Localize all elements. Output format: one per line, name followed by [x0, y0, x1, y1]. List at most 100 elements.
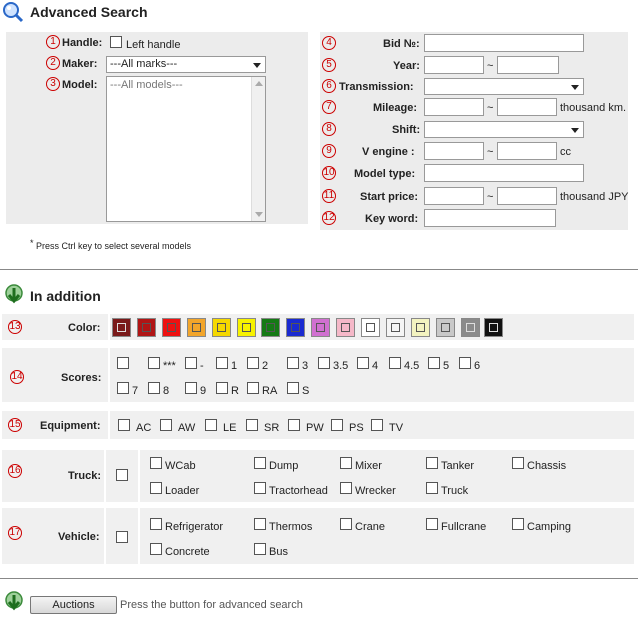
startprice-to-input[interactable]: [497, 187, 557, 205]
vengine-from-input[interactable]: [424, 142, 484, 160]
equipment-checkbox[interactable]: [160, 419, 172, 431]
bid-input[interactable]: [424, 34, 584, 52]
score-checkbox[interactable]: [117, 382, 129, 394]
score-checkbox[interactable]: [148, 357, 160, 369]
swatch-checkbox[interactable]: [117, 323, 126, 332]
swatch-checkbox[interactable]: [266, 323, 275, 332]
modeltype-input[interactable]: [424, 164, 584, 182]
score-checkbox[interactable]: [185, 357, 197, 369]
truck-type-checkbox[interactable]: [254, 482, 266, 494]
auctions-button[interactable]: Auctions: [30, 596, 117, 614]
truck-type-checkbox[interactable]: [254, 457, 266, 469]
vehicle-type-checkbox[interactable]: [340, 518, 352, 530]
swatch-checkbox[interactable]: [242, 323, 251, 332]
truck-type-checkbox[interactable]: [150, 482, 162, 494]
chevron-down-icon: [571, 128, 579, 133]
truck-type-checkbox[interactable]: [426, 482, 438, 494]
color-swatch[interactable]: [436, 318, 455, 337]
score-checkbox[interactable]: [287, 382, 299, 394]
truck-type-checkbox[interactable]: [340, 482, 352, 494]
vehicle-type-checkbox[interactable]: [254, 518, 266, 530]
color-swatch[interactable]: [237, 318, 256, 337]
vehicle-all-checkbox[interactable]: [116, 531, 128, 543]
listbox-scrollbar[interactable]: [251, 77, 265, 221]
color-swatch[interactable]: [411, 318, 430, 337]
swatch-checkbox[interactable]: [441, 323, 450, 332]
score-checkbox[interactable]: [459, 357, 471, 369]
score-checkbox[interactable]: [148, 382, 160, 394]
equipment-checkbox[interactable]: [118, 419, 130, 431]
score-checkbox[interactable]: [318, 357, 330, 369]
color-swatch[interactable]: [187, 318, 206, 337]
equipment-label-item: SR: [264, 422, 280, 434]
truck-type-checkbox[interactable]: [426, 457, 438, 469]
vehicle-type-checkbox[interactable]: [150, 543, 162, 555]
color-swatch[interactable]: [286, 318, 305, 337]
startprice-from-input[interactable]: [424, 187, 484, 205]
color-swatch[interactable]: [112, 318, 131, 337]
equipment-checkbox[interactable]: [246, 419, 258, 431]
color-swatch[interactable]: [162, 318, 181, 337]
truck-all-checkbox[interactable]: [116, 469, 128, 481]
model-listbox[interactable]: ---All models---: [106, 76, 266, 222]
swatch-checkbox[interactable]: [416, 323, 425, 332]
vengine-unit: cc: [560, 146, 571, 158]
year-to-input[interactable]: [497, 56, 559, 74]
score-checkbox[interactable]: [389, 357, 401, 369]
vehicle-type-checkbox[interactable]: [254, 543, 266, 555]
transmission-select[interactable]: [424, 78, 584, 95]
score-checkbox[interactable]: [216, 382, 228, 394]
keyword-input[interactable]: [424, 209, 556, 227]
color-swatch[interactable]: [484, 318, 503, 337]
score-label: 3: [302, 360, 309, 372]
vehicle-type-checkbox[interactable]: [150, 518, 162, 530]
mileage-to-input[interactable]: [497, 98, 557, 116]
swatch-checkbox[interactable]: [291, 323, 300, 332]
color-swatch[interactable]: [261, 318, 280, 337]
scores-label: Scores:: [61, 372, 102, 384]
equipment-checkbox[interactable]: [371, 419, 383, 431]
scroll-up-icon[interactable]: [255, 81, 263, 86]
swatch-checkbox[interactable]: [466, 323, 475, 332]
swatch-checkbox[interactable]: [489, 323, 498, 332]
truck-type-checkbox[interactable]: [512, 457, 524, 469]
vehicle-type-checkbox[interactable]: [512, 518, 524, 530]
maker-select[interactable]: ---All marks---: [106, 56, 266, 73]
equipment-label-item: AW: [178, 422, 196, 434]
year-from-input[interactable]: [424, 56, 484, 74]
swatch-checkbox[interactable]: [341, 323, 350, 332]
truck-type-checkbox[interactable]: [150, 457, 162, 469]
score-checkbox[interactable]: [185, 382, 197, 394]
color-swatch[interactable]: [336, 318, 355, 337]
mileage-from-input[interactable]: [424, 98, 484, 116]
score-checkbox[interactable]: [428, 357, 440, 369]
color-swatch[interactable]: [361, 318, 380, 337]
score-checkbox[interactable]: [216, 357, 228, 369]
equipment-checkbox[interactable]: [205, 419, 217, 431]
vehicle-type-checkbox[interactable]: [426, 518, 438, 530]
swatch-checkbox[interactable]: [316, 323, 325, 332]
score-checkbox[interactable]: [247, 357, 259, 369]
swatch-checkbox[interactable]: [142, 323, 151, 332]
equipment-checkbox[interactable]: [288, 419, 300, 431]
truck-type-checkbox[interactable]: [340, 457, 352, 469]
scroll-down-icon[interactable]: [255, 212, 263, 217]
scores-all-checkbox[interactable]: [117, 357, 129, 369]
color-swatch[interactable]: [386, 318, 405, 337]
color-swatch[interactable]: [461, 318, 480, 337]
vengine-to-input[interactable]: [497, 142, 557, 160]
left-handle-checkbox[interactable]: [110, 36, 122, 48]
swatch-checkbox[interactable]: [167, 323, 176, 332]
color-swatch[interactable]: [212, 318, 231, 337]
score-checkbox[interactable]: [287, 357, 299, 369]
swatch-checkbox[interactable]: [217, 323, 226, 332]
swatch-checkbox[interactable]: [366, 323, 375, 332]
score-checkbox[interactable]: [247, 382, 259, 394]
color-swatch[interactable]: [137, 318, 156, 337]
color-swatch[interactable]: [311, 318, 330, 337]
score-checkbox[interactable]: [357, 357, 369, 369]
swatch-checkbox[interactable]: [391, 323, 400, 332]
swatch-checkbox[interactable]: [192, 323, 201, 332]
shift-select[interactable]: [424, 121, 584, 138]
equipment-checkbox[interactable]: [331, 419, 343, 431]
